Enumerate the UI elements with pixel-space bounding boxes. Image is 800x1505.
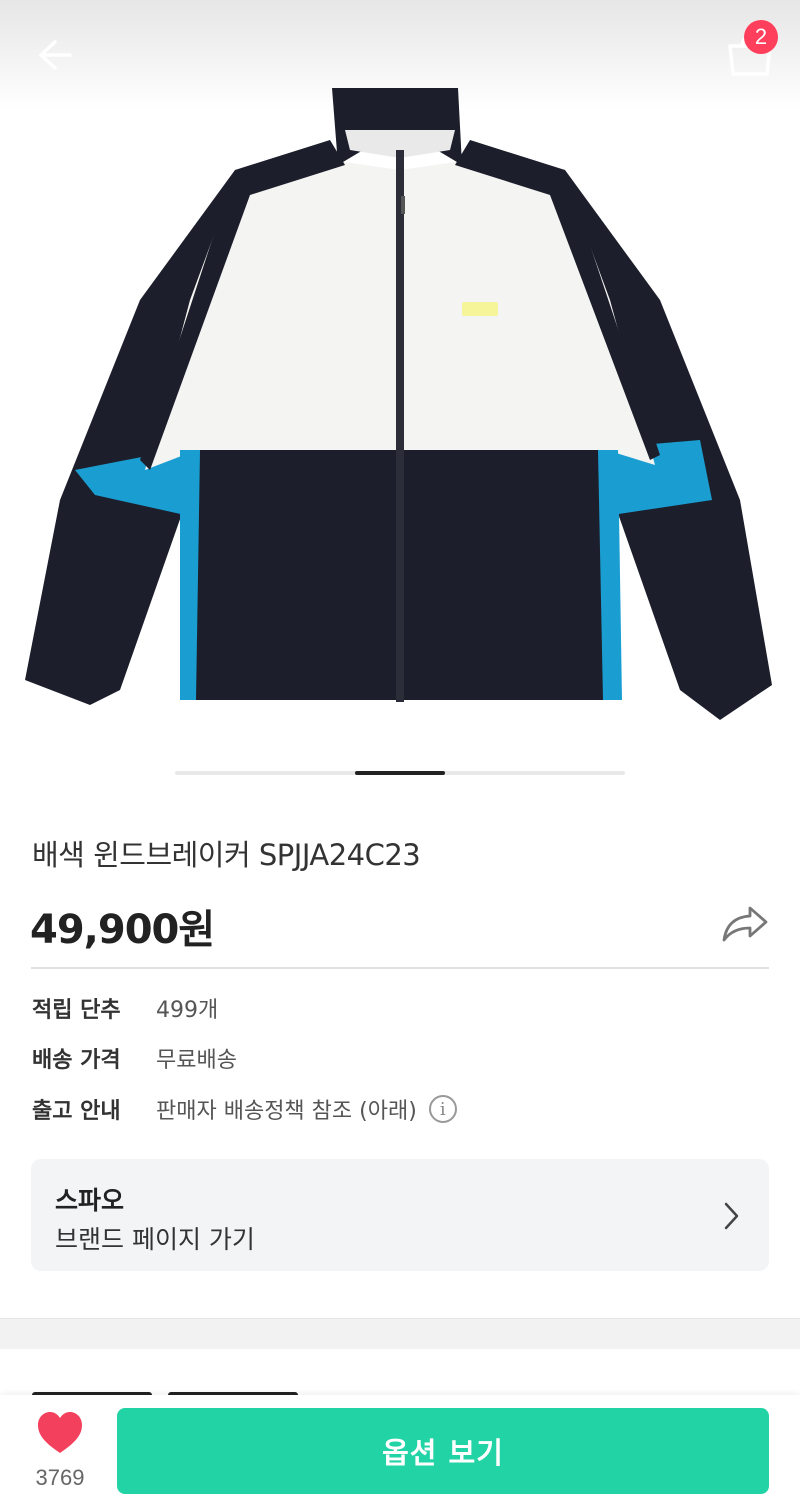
arrow-left-icon <box>39 40 72 70</box>
product-image-gallery[interactable] <box>0 0 800 800</box>
brand-name: 스파오 <box>55 1186 125 1215</box>
info-row-points: 적립 단추 499개 <box>32 988 218 1028</box>
like-count: 3769 <box>35 1465 85 1490</box>
gallery-page-indicator <box>175 771 625 775</box>
bottom-action-bar: 3769 옵션 보기 <box>0 1395 800 1505</box>
info-row-dispatch: 출고 안내 판매자 배송정책 참조 (아래) i <box>32 1089 457 1129</box>
product-title: 배색 윈드브레이커 SPJJA24C23 <box>32 838 421 872</box>
back-button[interactable] <box>30 32 80 78</box>
heart-icon <box>38 1412 82 1453</box>
brand-link-label: 브랜드 페이지 가기 <box>55 1225 255 1254</box>
cart-count-badge: 2 <box>744 20 778 54</box>
share-button[interactable] <box>720 900 772 944</box>
chevron-right-icon <box>724 1202 739 1230</box>
info-icon[interactable]: i <box>428 1095 457 1123</box>
info-label: 출고 안내 <box>32 1099 121 1124</box>
gallery-active-page <box>355 771 445 775</box>
section-separator <box>0 1318 800 1349</box>
info-label: 배송 가격 <box>32 1048 121 1073</box>
info-value: 무료배송 <box>156 1048 237 1073</box>
info-label: 적립 단추 <box>32 998 121 1023</box>
share-arrow-icon <box>722 906 768 942</box>
product-price: 49,900원 <box>30 907 215 953</box>
product-image <box>25 88 772 720</box>
brand-page-link[interactable]: 스파오 브랜드 페이지 가기 <box>31 1159 769 1271</box>
info-row-shipping: 배송 가격 무료배송 <box>32 1038 237 1078</box>
info-value: 499개 <box>156 998 219 1023</box>
like-button[interactable]: 3769 <box>22 1407 98 1495</box>
divider <box>31 967 769 969</box>
info-value: 판매자 배송정책 참조 (아래) <box>156 1099 417 1124</box>
view-options-button[interactable]: 옵션 보기 <box>117 1408 769 1494</box>
